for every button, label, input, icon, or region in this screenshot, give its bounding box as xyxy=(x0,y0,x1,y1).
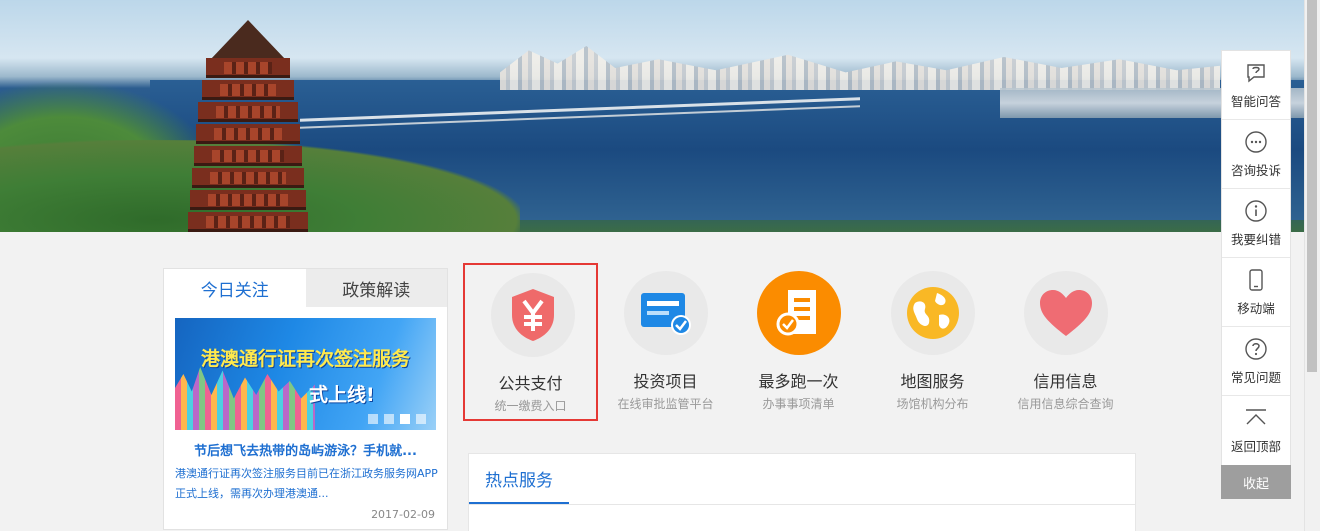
hero-banner xyxy=(0,0,1304,232)
info-icon xyxy=(1245,199,1267,222)
carousel-dots xyxy=(368,414,426,424)
toolbar-consult-complain[interactable]: 咨询投诉 xyxy=(1222,120,1290,189)
toolbar-collapse-button[interactable]: 收起 xyxy=(1221,465,1291,499)
message-dots-icon xyxy=(1245,130,1267,153)
news-headline-link[interactable]: 节后想飞去热带的岛屿游泳？手机就... xyxy=(175,440,436,459)
news-panel: 今日关注 政策解读 港澳通行证再次签注服务 式上线! 节后想飞去热带的岛屿游泳？… xyxy=(163,268,448,530)
carousel-dot[interactable] xyxy=(416,414,426,424)
service-map[interactable]: 地图服务 场馆机构分布 xyxy=(865,263,1000,421)
service-subtitle: 在线审批监管平台 xyxy=(617,397,714,411)
toolbar-label: 智能问答 xyxy=(1230,93,1281,109)
toolbar-label: 常见问题 xyxy=(1230,369,1281,385)
mobile-phone-icon xyxy=(1249,268,1263,291)
news-date: 2017-02-09 xyxy=(371,508,435,521)
carousel-title-line1: 港澳通行证再次签注服务 xyxy=(201,348,411,370)
service-shortcuts: 公共支付 统一缴费入口 投资项目 在线审批监管平台 最多跑一次 办事事项清单 地… xyxy=(463,263,1133,421)
toolbar-mobile[interactable]: 移动端 xyxy=(1222,258,1290,327)
toolbar-label: 咨询投诉 xyxy=(1230,162,1281,178)
service-run-once[interactable]: 最多跑一次 办事事项清单 xyxy=(731,263,866,421)
scrollbar-thumb[interactable] xyxy=(1307,0,1317,372)
divider xyxy=(469,504,1135,505)
question-icon xyxy=(1245,337,1267,360)
pagoda xyxy=(188,20,308,232)
city-skyline xyxy=(500,46,1220,90)
service-name: 最多跑一次 xyxy=(758,372,839,391)
service-name: 信用信息 xyxy=(1033,372,1098,391)
service-subtitle: 信用信息综合查询 xyxy=(1017,397,1114,411)
toolbar-label: 返回顶部 xyxy=(1230,439,1281,454)
toolbar-faq[interactable]: 常见问题 xyxy=(1222,327,1290,396)
service-subtitle: 办事事项清单 xyxy=(762,397,835,411)
service-credit-info[interactable]: 信用信息 信用信息综合查询 xyxy=(998,263,1133,421)
carousel-dot-active[interactable] xyxy=(400,414,410,424)
tab-today-focus[interactable]: 今日关注 xyxy=(164,269,306,307)
news-summary: 港澳通行证再次签注服务目前已在浙江政务服务网APP正式上线，需再次办理港澳通..… xyxy=(175,467,438,500)
service-name: 地图服务 xyxy=(900,372,965,391)
news-carousel-image[interactable]: 港澳通行证再次签注服务 式上线! xyxy=(175,318,436,430)
service-public-payment[interactable]: 公共支付 统一缴费入口 xyxy=(463,263,598,421)
toolbar-report-error[interactable]: 我要纠错 xyxy=(1222,189,1290,258)
floating-toolbar: 智能问答 咨询投诉 我要纠错 移动端 常见问题 返回顶部 xyxy=(1221,50,1291,466)
yuan-shield-icon xyxy=(491,273,575,357)
toolbar-label: 我要纠错 xyxy=(1230,231,1281,247)
investment-card-icon xyxy=(624,271,708,355)
tab-policy-interpretation[interactable]: 政策解读 xyxy=(305,269,447,307)
chat-answer-icon xyxy=(1247,63,1265,82)
service-subtitle: 统一缴费入口 xyxy=(494,399,567,413)
toolbar-back-to-top[interactable]: 返回顶部 xyxy=(1222,396,1290,465)
service-name: 投资项目 xyxy=(633,372,698,391)
news-tabs: 今日关注 政策解读 xyxy=(164,269,447,307)
carousel-dot[interactable] xyxy=(384,414,394,424)
carousel-title-line2: 式上线! xyxy=(309,384,375,406)
globe-icon xyxy=(891,271,975,355)
toolbar-smart-qa[interactable]: 智能问答 xyxy=(1222,51,1290,120)
toolbar-label: 移动端 xyxy=(1237,300,1275,316)
service-subtitle: 场馆机构分布 xyxy=(896,397,969,411)
service-name: 公共支付 xyxy=(498,374,563,393)
tab-hot-services[interactable]: 热点服务 xyxy=(469,454,569,504)
document-check-icon xyxy=(757,271,841,355)
carousel-dot[interactable] xyxy=(368,414,378,424)
back-to-top-icon xyxy=(1246,409,1266,425)
hot-services-panel: 热点服务 xyxy=(468,453,1136,531)
heart-icon xyxy=(1024,271,1108,355)
service-investment-project[interactable]: 投资项目 在线审批监管平台 xyxy=(598,263,733,421)
